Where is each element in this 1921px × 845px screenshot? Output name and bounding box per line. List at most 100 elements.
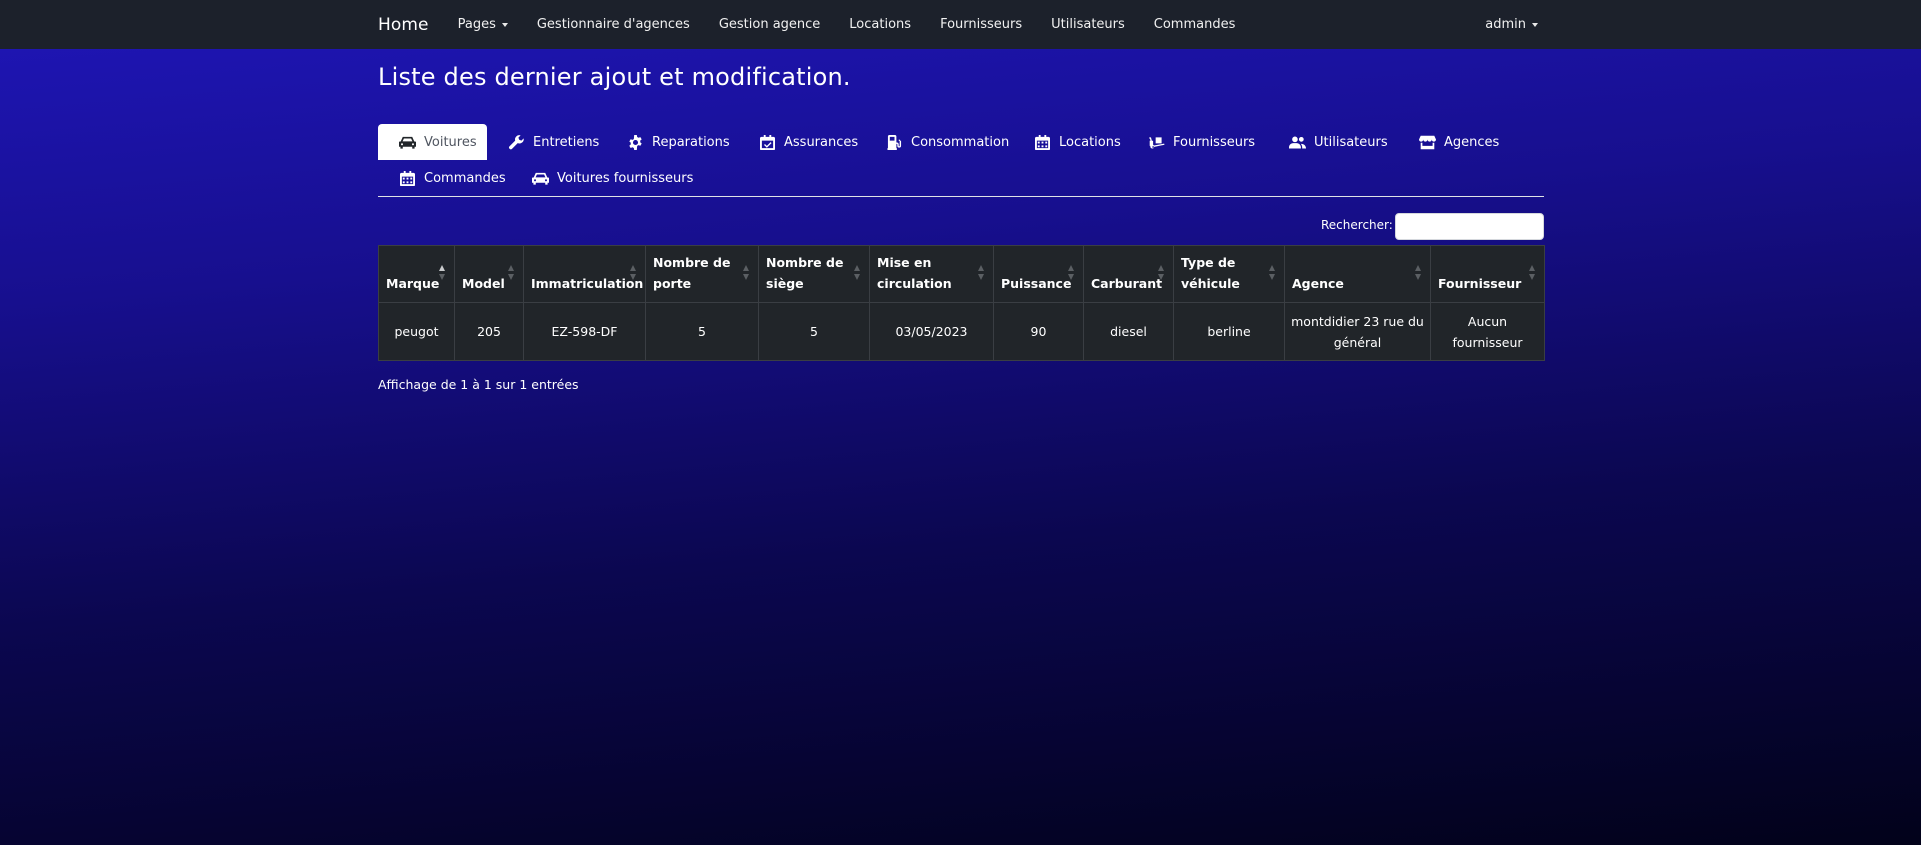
sort-icon [630,265,637,282]
brand-home-link[interactable]: Home [378,15,429,35]
column-header-label: Agence [1292,276,1344,291]
tab-utilisateurs[interactable]: Utilisateurs [1268,124,1408,160]
gas-pump-icon [887,134,902,150]
sort-icon [508,265,515,282]
sort-icon [1158,265,1165,282]
dolly-icon [1149,136,1165,148]
car-icon [399,136,416,149]
tabs-divider [378,196,1544,197]
column-header[interactable]: Puissance [993,245,1084,303]
table-cell: Aucun fournisseur [1430,302,1545,361]
nav-item-gestionnaire-agences[interactable]: Gestionnaire d'agences [537,17,690,32]
store-icon [1419,135,1436,149]
table-cell: EZ-598-DF [523,302,646,361]
tab-label: Reparations [652,134,730,150]
column-header-label: Type de véhicule [1181,255,1240,291]
column-header-label: Carburant [1091,276,1163,291]
tab-label: Entretiens [533,134,600,150]
calendar-check-icon [760,134,775,150]
nav-item-label: Pages [457,17,496,32]
sort-icon [439,265,446,282]
sort-icon [1415,265,1422,282]
tab-label: Agences [1444,134,1500,150]
column-header[interactable]: Carburant [1083,245,1174,303]
tab-label: Assurances [784,134,859,150]
column-header-label: Nombre de porte [653,255,731,291]
users-icon [1289,136,1306,148]
tab-voitures-fournisseurs[interactable]: Voitures fournisseurs [511,160,713,196]
column-header[interactable]: Immatriculation [523,245,646,303]
tab-label: Commandes [424,170,506,186]
column-header[interactable]: Nombre de porte [645,245,759,303]
column-header-label: Fournisseur [1438,276,1522,291]
data-table: Marque Model Immatriculation Nombre de p… [378,245,1545,361]
search-label: Rechercher: [1321,218,1393,232]
nav-item-utilisateurs[interactable]: Utilisateurs [1051,17,1125,32]
table-header-row: Marque Model Immatriculation Nombre de p… [378,245,1545,303]
sort-icon [743,265,750,282]
chevron-down-icon [1532,23,1538,27]
user-menu[interactable]: admin [1485,17,1538,32]
column-header-label: Mise en circulation [877,255,952,291]
column-header[interactable]: Marque [378,245,455,303]
tabs-bar: Voitures Entretiens Reparations Assuranc… [378,124,1544,197]
table-cell: 90 [993,302,1084,361]
tab-label: Fournisseurs [1173,134,1256,150]
column-header[interactable]: Agence [1284,245,1431,303]
table-info: Affichage de 1 à 1 sur 1 entrées [378,377,579,392]
navbar-inner: Home Pages Gestionnaire d'agences Gestio… [378,0,1544,49]
top-navbar: Home Pages Gestionnaire d'agences Gestio… [0,0,1921,49]
table-cell: diesel [1083,302,1174,361]
sort-icon [1068,265,1075,282]
tab-label: Voitures fournisseurs [557,170,694,186]
nav-item-commandes[interactable]: Commandes [1154,17,1236,32]
nav-item-gestion-agence[interactable]: Gestion agence [719,17,820,32]
tab-commandes[interactable]: Commandes [378,160,526,196]
tab-label: Voitures [424,134,477,150]
tab-locations[interactable]: Locations [1013,124,1141,160]
tab-voitures[interactable]: Voitures [378,124,487,160]
sort-icon [1529,265,1536,282]
nav-item-pages[interactable]: Pages [458,17,508,32]
sort-icon [978,265,985,282]
column-header[interactable]: Nombre de siège [758,245,870,303]
calendar-icon [400,170,415,186]
user-name: admin [1485,17,1526,32]
sort-icon [854,265,861,282]
nav-item-fournisseurs[interactable]: Fournisseurs [940,17,1022,32]
gear-icon [629,134,642,150]
tab-consommation[interactable]: Consommation [865,124,1029,160]
column-header-label: Nombre de siège [766,255,844,291]
table-row: peugot 205 EZ-598-DF 5 5 03/05/2023 90 d… [378,302,1545,361]
tab-reparations[interactable]: Reparations [606,124,750,160]
tab-fournisseurs[interactable]: Fournisseurs [1127,124,1275,160]
table-cell: montdidier 23 rue du général [1284,302,1431,361]
column-header-label: Marque [386,276,440,291]
tab-entretiens[interactable]: Entretiens [487,124,619,160]
nav-item-locations[interactable]: Locations [849,17,911,32]
tab-assurances[interactable]: Assurances [738,124,878,160]
column-header[interactable]: Fournisseur [1430,245,1545,303]
column-header[interactable]: Model [454,245,524,303]
chevron-down-icon [501,23,508,27]
table-cell: 5 [645,302,759,361]
table-cell: berline [1173,302,1285,361]
column-header-label: Immatriculation [531,276,644,291]
page-title: Liste des dernier ajout et modification. [378,63,851,91]
sort-icon [1269,265,1276,282]
car-icon [532,172,549,185]
column-header-label: Model [462,276,505,291]
tab-label: Consommation [911,134,1010,150]
column-header[interactable]: Mise en circulation [869,245,994,303]
tab-label: Utilisateurs [1314,134,1388,150]
table-cell: 205 [454,302,524,361]
search-input[interactable] [1395,213,1544,240]
column-header-label: Puissance [1001,276,1072,291]
table-cell: 03/05/2023 [869,302,994,361]
wrench-icon [509,134,524,149]
table-cell: peugot [378,302,455,361]
tab-agences[interactable]: Agences [1398,124,1519,160]
table-cell: 5 [758,302,870,361]
column-header[interactable]: Type de véhicule [1173,245,1285,303]
tab-label: Locations [1059,134,1121,150]
